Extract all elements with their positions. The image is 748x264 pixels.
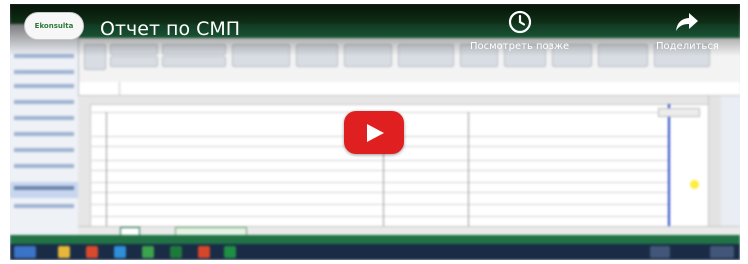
status-bar: [10, 235, 740, 244]
channel-logo-text: Ekonsulta: [34, 22, 74, 30]
vertical-scrollbar: [708, 96, 721, 226]
windows-taskbar: [10, 244, 740, 260]
video-title[interactable]: Отчет по СМП: [100, 18, 240, 40]
watch-later-button[interactable]: Посмотреть позже: [470, 10, 569, 52]
formula-bar: [78, 82, 740, 96]
share-arrow-icon: [674, 10, 700, 39]
cursor-highlight: [690, 180, 699, 189]
share-button[interactable]: Поделиться: [656, 10, 719, 52]
left-pane-selected-item: [10, 182, 78, 198]
print-area-border: [668, 104, 670, 226]
name-box: [78, 82, 120, 95]
watch-later-label: Посмотреть позже: [470, 41, 570, 52]
play-icon: [367, 124, 384, 142]
share-label: Поделиться: [656, 41, 719, 52]
clock-icon: [508, 10, 532, 39]
left-navigation-pane: [10, 24, 79, 240]
channel-logo[interactable]: Ekonsulta: [24, 12, 84, 40]
play-button[interactable]: [344, 111, 404, 154]
